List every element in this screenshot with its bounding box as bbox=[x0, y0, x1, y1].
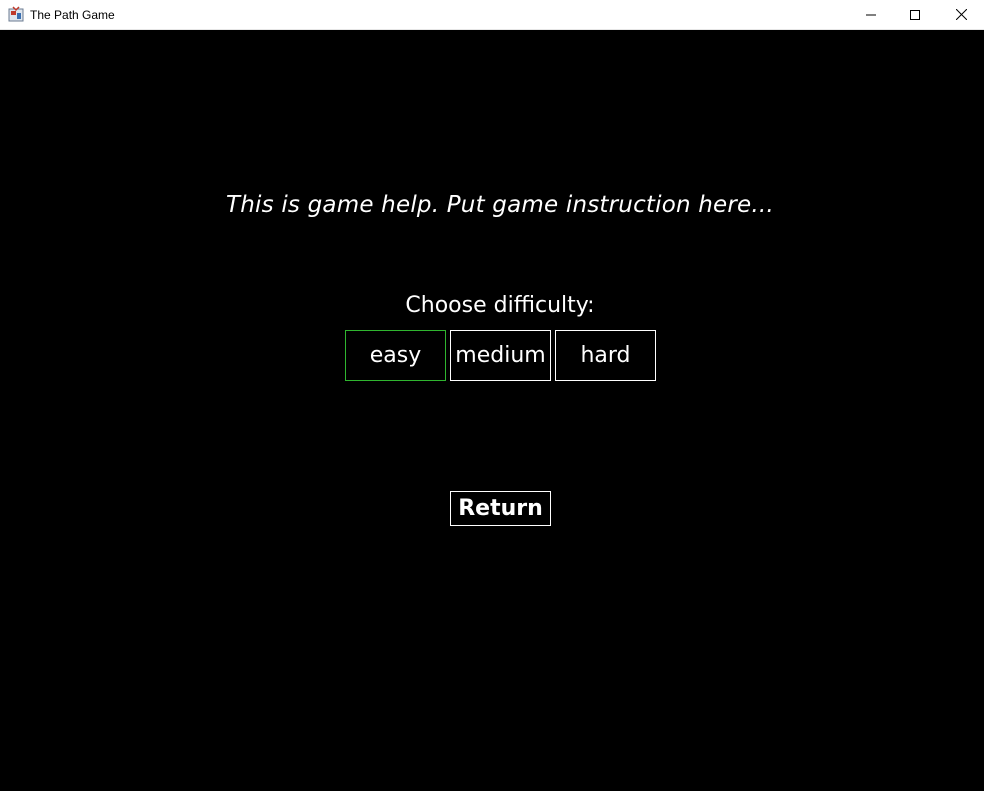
return-button[interactable]: Return bbox=[450, 491, 551, 526]
game-window: The Path Game This is game help. Put gam… bbox=[0, 0, 984, 791]
medium-button[interactable]: medium bbox=[450, 330, 551, 381]
hard-button[interactable]: hard bbox=[555, 330, 656, 381]
close-button[interactable] bbox=[938, 0, 984, 29]
difficulty-label: Choose difficulty: bbox=[405, 293, 595, 318]
game-canvas: This is game help. Put game instruction … bbox=[0, 30, 984, 791]
java-app-icon bbox=[8, 6, 24, 22]
maximize-button[interactable] bbox=[892, 0, 938, 29]
maximize-icon bbox=[910, 9, 920, 20]
help-instructions: This is game help. Put game instruction … bbox=[226, 192, 774, 218]
minimize-button[interactable] bbox=[848, 0, 894, 29]
title-bar[interactable]: The Path Game bbox=[0, 0, 984, 30]
easy-button[interactable]: easy bbox=[345, 330, 446, 381]
minimize-icon bbox=[866, 10, 876, 20]
window-title: The Path Game bbox=[30, 8, 115, 22]
close-icon bbox=[955, 9, 967, 20]
